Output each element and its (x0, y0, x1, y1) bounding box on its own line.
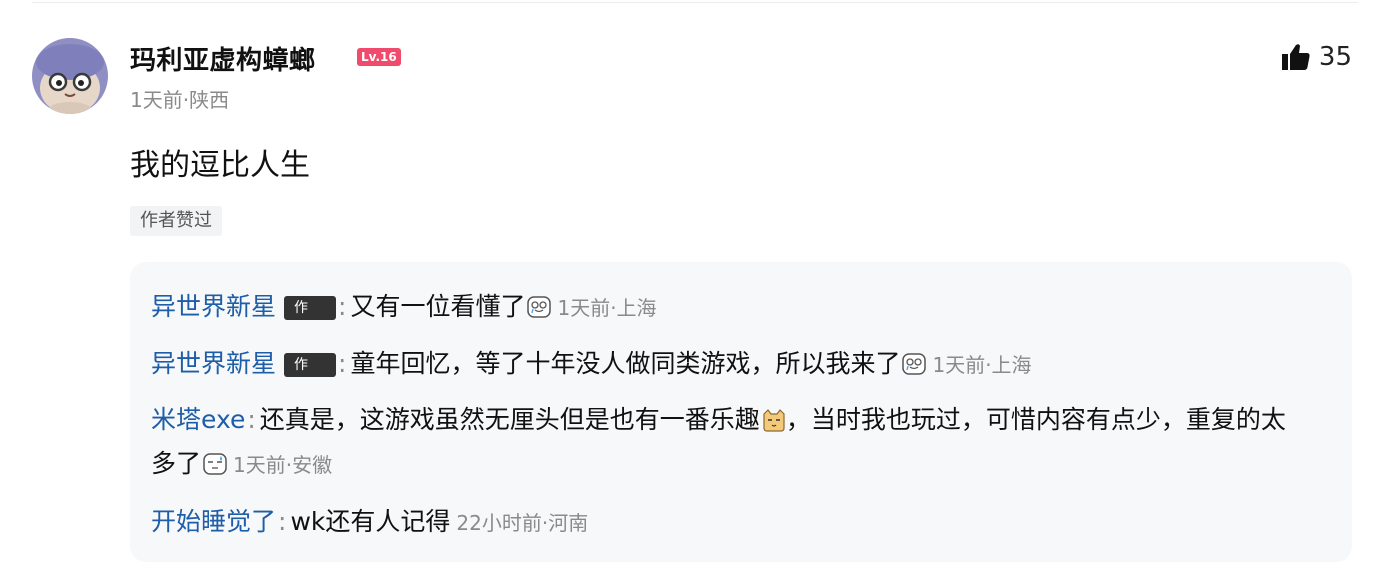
comment-item: 玛利亚虚构蟑螂 Lv.16 1天前·陕西 35 我的逗比人生 作者赞过 异世界新… (0, 0, 1400, 564)
level-badge: Lv.16 (357, 48, 401, 66)
comment-content: 我的逗比人生 (130, 148, 310, 183)
like-count: 35 (1318, 42, 1352, 72)
reply-time: 1天前·安徽 (233, 453, 333, 477)
reply-author[interactable]: 开始睡觉了 (151, 507, 276, 536)
reply-item: 异世界新星作: 童年回忆，等了十年没人做同类游戏，所以我来了 1天前·上海 (151, 342, 1301, 387)
reply-colon: : (278, 507, 287, 536)
reply-item: 米塔exe: 还真是，这游戏虽然无厘头但是也有一番乐趣 ，当时我也玩过，可惜内容有点… (151, 398, 1301, 487)
reply-author[interactable]: 异世界新星 (151, 349, 276, 378)
sweat-face-emoji-icon (203, 453, 227, 475)
reply-author[interactable]: 异世界新星 (151, 292, 276, 321)
reply-author[interactable]: 米塔exe (151, 405, 245, 434)
author-tag: 作 (284, 353, 337, 377)
replies-panel: 异世界新星作: 又有一位看懂了 1天前·上海 异世界新星作: 童年回忆，等了十年没人做… (130, 262, 1352, 562)
author-name[interactable]: 玛利亚虚构蟑螂 (130, 40, 316, 77)
reply-time: 1天前·上海 (932, 353, 1032, 377)
crying-face-emoji-icon (527, 296, 552, 318)
thumbs-up-icon (1281, 44, 1310, 70)
reply-text: 童年回忆，等了十年没人做同类游戏，所以我来了 (350, 349, 901, 378)
reply-time: 1天前·上海 (557, 296, 657, 320)
reply-item: 异世界新星作: 又有一位看懂了 1天前·上海 (151, 285, 1301, 330)
reply-colon: : (338, 349, 347, 378)
avatar[interactable] (32, 38, 108, 114)
cat-face-emoji-icon (763, 409, 785, 432)
author-tag: 作 (284, 296, 337, 320)
author-liked-tag: 作者赞过 (130, 206, 222, 236)
crying-face-emoji-icon (902, 353, 927, 375)
reply-time: 22小时前·河南 (456, 511, 589, 535)
reply-text: 还真是，这游戏虽然无厘头但是也有一番乐趣 (259, 405, 760, 434)
comment-meta: 1天前·陕西 (130, 88, 230, 112)
reply-text: wk还有人记得 (290, 507, 451, 536)
like-button[interactable]: 35 (1281, 42, 1352, 72)
reply-colon: : (247, 405, 256, 434)
reply-text: 又有一位看懂了 (350, 292, 526, 321)
reply-colon: : (338, 292, 347, 321)
reply-item: 开始睡觉了: wk还有人记得 22小时前·河南 (151, 500, 1301, 545)
